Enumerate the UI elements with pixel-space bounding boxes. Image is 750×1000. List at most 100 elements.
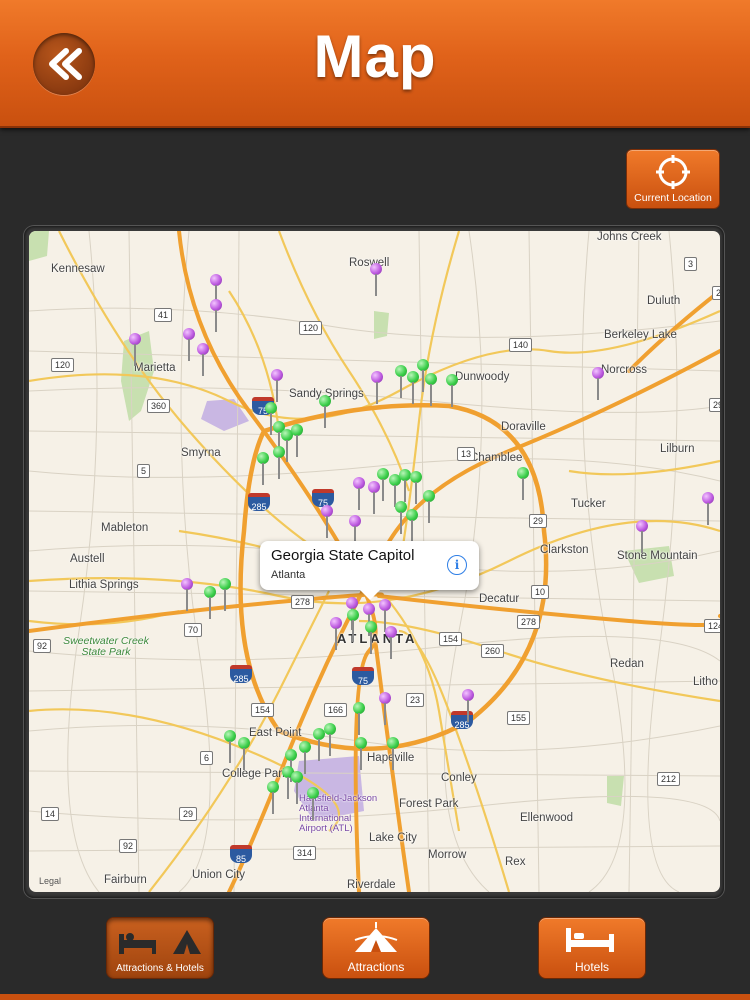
hotel-pin[interactable]	[353, 477, 365, 511]
place-label: Berkeley Lake	[604, 329, 677, 341]
attraction-pin[interactable]	[224, 730, 236, 764]
attraction-pin[interactable]	[406, 509, 418, 543]
hotel-pin[interactable]	[592, 367, 604, 401]
current-location-label: Current Location	[634, 192, 712, 204]
bottom-accent-line	[0, 994, 750, 1000]
hotel-pin[interactable]	[462, 689, 474, 723]
place-label: Litho	[693, 676, 718, 688]
info-icon[interactable]: i	[447, 555, 467, 575]
tab-hotels[interactable]: Hotels	[538, 917, 646, 979]
attraction-pin[interactable]	[425, 373, 437, 407]
attraction-pin[interactable]	[257, 452, 269, 486]
place-label: Clarkston	[540, 544, 589, 556]
attraction-pin[interactable]	[267, 781, 279, 815]
attraction-pin[interactable]	[355, 737, 367, 771]
route-shield: 124	[704, 619, 720, 633]
place-label: Lake City	[369, 832, 417, 844]
route-shield: 29	[529, 514, 548, 528]
current-location-button[interactable]: Current Location	[626, 149, 720, 209]
attraction-pin[interactable]	[299, 741, 311, 775]
attraction-pin[interactable]	[410, 471, 422, 505]
attraction-pin[interactable]	[291, 424, 303, 458]
attraction-pin[interactable]	[517, 467, 529, 501]
tab-label: Hotels	[574, 960, 609, 974]
hotel-pin[interactable]	[636, 520, 648, 554]
place-label: Lithia Springs	[69, 579, 139, 591]
attraction-pin[interactable]	[423, 490, 435, 524]
park-label: Sweetwater Creek State Park	[63, 635, 149, 658]
hotel-pin[interactable]	[197, 343, 209, 377]
attraction-pin[interactable]	[446, 374, 458, 408]
route-shield: 13	[457, 447, 476, 461]
route-shield: 3	[684, 257, 698, 271]
attraction-pin[interactable]	[395, 365, 407, 399]
route-shield: 155	[507, 711, 531, 725]
route-shield: 120	[51, 358, 75, 372]
place-label: Duluth	[647, 295, 681, 307]
attraction-pin[interactable]	[324, 723, 336, 757]
attraction-pin[interactable]	[353, 702, 365, 736]
place-label: Johns Creek	[597, 231, 662, 243]
route-shield: 14	[41, 807, 60, 821]
hotel-pin[interactable]	[702, 492, 714, 526]
attraction-pin[interactable]	[319, 395, 331, 429]
hotel-pin[interactable]	[385, 626, 397, 660]
bed-and-tent-icon	[119, 930, 201, 954]
hotel-pin[interactable]	[183, 328, 195, 362]
hotel-pin[interactable]	[371, 371, 383, 405]
place-label: Morrow	[428, 849, 467, 861]
place-label: Stone Mountain	[617, 550, 698, 562]
hotel-pin[interactable]	[370, 263, 382, 297]
route-shield: 29	[709, 398, 720, 412]
legal-link[interactable]: Legal	[39, 876, 61, 886]
place-label: Norcross	[601, 364, 648, 376]
tab-label: Attractions & Hotels	[116, 963, 204, 974]
attraction-pin[interactable]	[387, 737, 399, 771]
hotel-pin[interactable]	[271, 369, 283, 403]
route-shield: 278	[517, 615, 541, 629]
route-shield: 154	[251, 703, 275, 717]
location-callout[interactable]: Georgia State Capitol Atlanta i	[260, 541, 479, 600]
attraction-pin[interactable]	[365, 621, 377, 655]
place-label: Riverdale	[347, 879, 396, 891]
hotel-pin[interactable]	[379, 692, 391, 726]
place-label: Forest Park	[399, 798, 459, 810]
attraction-pin[interactable]	[219, 578, 231, 612]
route-shield: 166	[324, 703, 348, 717]
tab-label: Attractions	[347, 960, 405, 974]
hotel-pin[interactable]	[210, 299, 222, 333]
place-label: Decatur	[479, 593, 520, 605]
place-label: Doraville	[501, 421, 546, 433]
tab-attractions-hotels[interactable]: Attractions & Hotels	[106, 917, 214, 979]
map-view[interactable]: Johns Creek Kennesaw Roswell Duluth Berk…	[29, 231, 720, 892]
place-label: East Point	[249, 727, 302, 739]
route-shield: 10	[531, 585, 550, 599]
attraction-pin[interactable]	[291, 771, 303, 805]
hotel-pin[interactable]	[330, 617, 342, 651]
tab-attractions[interactable]: Attractions	[322, 917, 430, 979]
place-label: Lilburn	[660, 443, 695, 455]
attraction-pin[interactable]	[238, 737, 250, 771]
route-shield: 260	[481, 644, 505, 658]
hotel-pin[interactable]	[129, 333, 141, 367]
hotel-pin[interactable]	[321, 505, 333, 539]
attraction-pin[interactable]	[273, 446, 285, 480]
page-title: Map	[313, 23, 437, 90]
route-shield: 92	[33, 639, 52, 653]
hotel-pin[interactable]	[181, 578, 193, 612]
interstate-shield: 75	[352, 667, 374, 686]
place-label: Rex	[505, 856, 526, 868]
attraction-pin[interactable]	[347, 609, 359, 643]
place-label: Fairburn	[104, 874, 147, 886]
route-shield: 29	[179, 807, 198, 821]
place-label: Union City	[192, 869, 246, 881]
attraction-pin[interactable]	[377, 468, 389, 502]
place-label: Austell	[70, 553, 105, 565]
callout-subtitle: Atlanta	[271, 569, 306, 581]
attraction-pin[interactable]	[204, 586, 216, 620]
route-shield: 41	[154, 308, 173, 322]
route-shield: 314	[293, 846, 317, 860]
attraction-pin[interactable]	[307, 787, 319, 821]
interstate-shield: 285	[248, 493, 270, 512]
route-shield: 29	[712, 286, 720, 300]
